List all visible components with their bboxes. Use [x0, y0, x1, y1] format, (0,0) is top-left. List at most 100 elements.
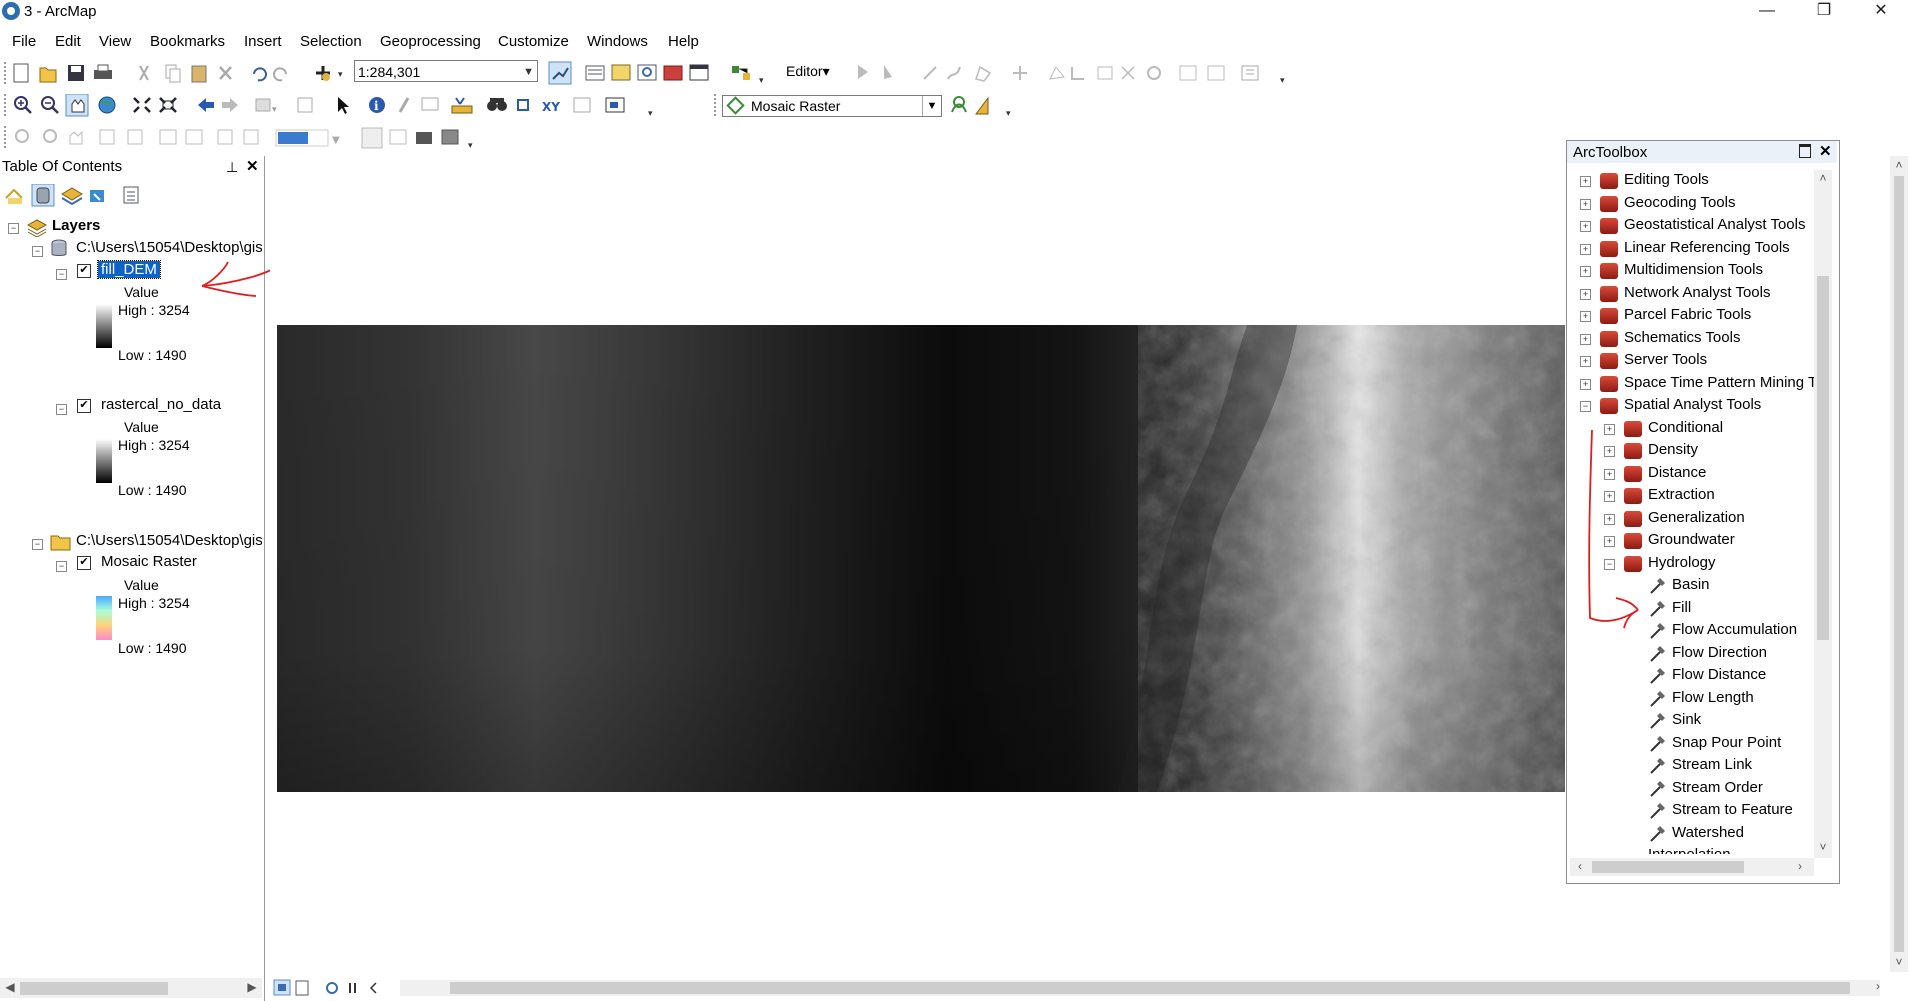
attribute-table-icon[interactable] — [1179, 65, 1197, 81]
toolbox-scroll-up-icon[interactable]: ˄ — [1815, 171, 1831, 185]
next-extent-layout-icon[interactable] — [243, 129, 259, 145]
trace-icon[interactable] — [947, 66, 961, 80]
collapse-layer-toggle[interactable]: − — [56, 269, 67, 280]
collapse-workspace-toggle[interactable]: − — [32, 246, 43, 257]
attributes-icon[interactable] — [1097, 66, 1113, 80]
layout-zoom-in-icon[interactable] — [15, 129, 29, 143]
toolset-item[interactable]: Editing Tools — [1624, 171, 1709, 188]
reshape-icon[interactable] — [1049, 66, 1065, 80]
toolbox-scroll-right-icon[interactable]: › — [1792, 859, 1808, 873]
toolset-item[interactable]: Density — [1648, 441, 1698, 458]
select-elements-icon[interactable] — [338, 97, 349, 114]
tool-item[interactable]: Flow Direction — [1672, 644, 1767, 661]
layer-visibility-checkbox[interactable]: ✔ — [77, 264, 91, 278]
focus-data-frame-icon[interactable] — [389, 129, 407, 145]
menu-view[interactable]: View — [99, 33, 131, 50]
toolset-item[interactable]: Multidimension Tools — [1624, 261, 1763, 278]
edit-annotation-icon[interactable] — [884, 65, 892, 79]
list-by-visibility-icon[interactable] — [61, 187, 83, 206]
identify-icon[interactable]: i — [369, 97, 385, 113]
menu-windows[interactable]: Windows — [587, 33, 648, 50]
toolset-item[interactable]: Geostatistical Analyst Tools — [1624, 216, 1805, 233]
map-scroll-thumb[interactable] — [450, 982, 1850, 994]
list-by-selection-icon[interactable] — [90, 190, 104, 202]
menu-geoprocessing[interactable]: Geoprocessing — [380, 33, 481, 50]
delete-icon[interactable] — [219, 66, 232, 80]
add-data-icon[interactable] — [316, 66, 330, 81]
zoom-100-icon[interactable] — [127, 129, 143, 145]
refresh-view-icon[interactable] — [326, 982, 338, 994]
editor-menu-button[interactable]: Editor▾ — [786, 63, 830, 80]
menu-customize[interactable]: Customize — [498, 33, 569, 50]
straight-segment-icon[interactable] — [923, 66, 937, 80]
toolbox-scroll-down-icon[interactable]: ˅ — [1815, 840, 1831, 854]
tool-item[interactable]: Flow Length — [1672, 689, 1754, 706]
layout-zoom-out-icon[interactable] — [43, 129, 57, 143]
collapse-layer-toggle[interactable]: − — [56, 404, 67, 415]
tool-item[interactable]: Stream to Feature — [1672, 801, 1793, 818]
collapse-layers-toggle[interactable]: − — [8, 223, 19, 234]
tool-item[interactable]: Flow Distance — [1672, 666, 1766, 683]
close-button[interactable]: ✕ — [1858, 0, 1904, 24]
cut-icon[interactable] — [139, 65, 149, 81]
editor-options-icon[interactable] — [1241, 65, 1259, 81]
expand-toolset-toggle[interactable]: + — [1580, 378, 1591, 390]
toolset-item[interactable]: Schematics Tools — [1624, 329, 1740, 346]
split-tool-icon[interactable] — [1013, 66, 1027, 80]
time-slider-icon[interactable] — [573, 97, 591, 113]
expand-toolset-toggle[interactable]: + — [1580, 356, 1591, 367]
workspace-path[interactable]: C:\Users\15054\Desktop\gis — [76, 532, 262, 549]
tool-item[interactable]: Fill — [1672, 599, 1691, 616]
data-view-icon[interactable] — [273, 979, 291, 996]
create-viewer-window-icon[interactable] — [605, 97, 625, 113]
polygon-tool-icon[interactable] — [975, 65, 992, 82]
forward-extent-icon[interactable] — [222, 98, 238, 112]
edit-tool-icon[interactable] — [858, 65, 868, 79]
catalog-icon[interactable] — [611, 64, 631, 81]
editor-toolbar-toggle-icon[interactable] — [548, 61, 572, 85]
print-icon[interactable] — [94, 64, 112, 79]
previous-extent-layout-icon[interactable] — [217, 129, 233, 145]
toolset-item[interactable]: Network Analyst Tools — [1624, 284, 1770, 301]
measure-icon[interactable] — [451, 97, 473, 114]
paste-icon[interactable] — [191, 65, 207, 83]
expand-toolset-toggle[interactable]: + — [1580, 176, 1591, 187]
expand-toolset-toggle[interactable]: + — [1580, 221, 1591, 232]
tool-item[interactable]: Stream Link — [1672, 756, 1752, 773]
toolset-item[interactable]: Extraction — [1648, 486, 1715, 503]
undo-icon[interactable] — [253, 67, 267, 82]
clear-selection-icon[interactable] — [297, 97, 313, 113]
zoom-whole-page-icon[interactable] — [99, 129, 115, 145]
back-extent-icon[interactable] — [198, 98, 214, 112]
layer-name-selected[interactable]: fill_DEM — [97, 260, 161, 279]
sketch-properties-icon[interactable] — [1121, 66, 1135, 80]
expand-toolset-toggle[interactable]: + — [1580, 333, 1591, 345]
toolset-item[interactable]: Hydrology — [1648, 554, 1716, 571]
tool-item[interactable]: Stream Order — [1672, 779, 1763, 796]
toolset-item[interactable]: Server Tools — [1624, 351, 1707, 368]
menu-insert[interactable]: Insert — [244, 33, 282, 50]
toolset-item[interactable]: Geocoding Tools — [1624, 194, 1735, 211]
measure-height-icon[interactable] — [975, 96, 989, 115]
hyperlink-icon[interactable] — [398, 97, 410, 113]
save-icon[interactable] — [68, 65, 84, 81]
data-driven-pages-icon[interactable] — [441, 129, 459, 145]
toolbar-grip[interactable] — [4, 126, 10, 148]
expand-toolset-toggle[interactable]: + — [1580, 198, 1591, 210]
copy-icon[interactable] — [165, 64, 181, 83]
toolset-item[interactable]: Linear Referencing Tools — [1624, 239, 1790, 256]
fixed-zoom-out-layout-icon[interactable] — [185, 129, 203, 145]
restore-button[interactable]: ❐ — [1801, 0, 1847, 24]
toolbox-hscroll-thumb[interactable] — [1592, 861, 1744, 873]
redo-icon[interactable] — [273, 67, 287, 82]
find-route-icon[interactable] — [517, 99, 529, 111]
menu-bookmarks[interactable]: Bookmarks — [150, 33, 225, 50]
toolset-item[interactable]: Conditional — [1648, 419, 1723, 436]
toc-options-icon[interactable] — [123, 186, 139, 204]
toolbar-grip[interactable] — [4, 62, 10, 84]
layout-pan-icon[interactable] — [69, 130, 83, 145]
layer-name[interactable]: Mosaic Raster — [101, 553, 197, 570]
map-scroll-left-icon[interactable] — [369, 982, 377, 994]
go-to-xy-icon[interactable]: XY — [542, 100, 560, 114]
pin-icon[interactable]: ⊥ — [226, 156, 238, 178]
